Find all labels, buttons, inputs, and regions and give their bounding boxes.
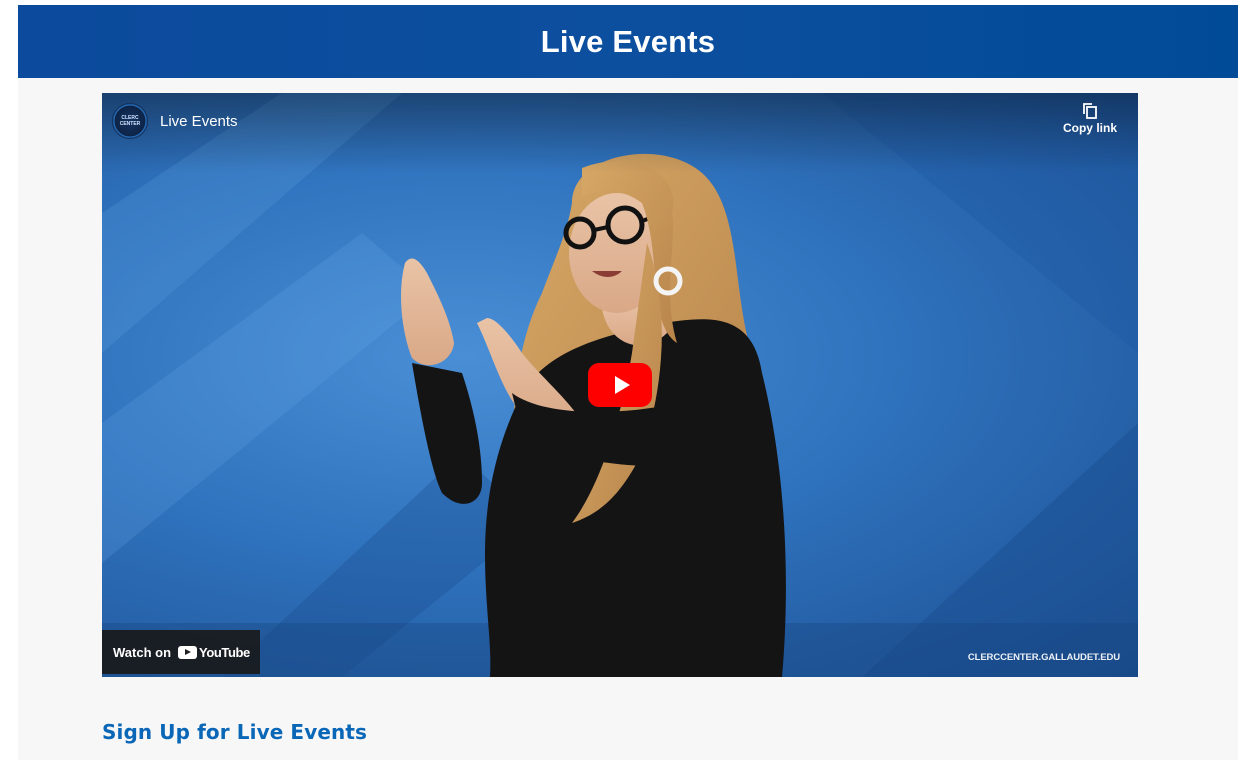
channel-avatar[interactable]: CLERC CENTER bbox=[112, 103, 148, 139]
play-button[interactable] bbox=[588, 363, 652, 407]
video-top-overlay bbox=[102, 93, 1138, 173]
youtube-wordmark: YouTube bbox=[199, 644, 250, 660]
watch-on-youtube-button[interactable]: Watch on YouTube bbox=[102, 630, 260, 674]
play-button-icon bbox=[614, 376, 630, 394]
page-container: Live Events CLERC CENTER Live Events Cop… bbox=[18, 5, 1238, 760]
watch-on-label: Watch on bbox=[113, 644, 172, 660]
youtube-logo-icon: YouTube bbox=[178, 645, 250, 660]
channel-avatar-text: CLERC CENTER bbox=[119, 115, 141, 127]
page-header-banner: Live Events bbox=[18, 5, 1238, 78]
sign-up-live-events-link[interactable]: Sign Up for Live Events bbox=[102, 720, 367, 744]
copy-link-label: Copy link bbox=[1062, 121, 1117, 135]
youtube-video-player[interactable]: CLERC CENTER Live Events Copy link Watch… bbox=[102, 93, 1138, 677]
video-title[interactable]: Live Events bbox=[160, 113, 238, 130]
copy-link-button[interactable]: Copy link bbox=[1060, 103, 1120, 135]
page-title: Live Events bbox=[540, 23, 716, 59]
video-watermark: CLERCCENTER.GALLAUDET.EDU bbox=[967, 652, 1120, 663]
youtube-play-badge-icon bbox=[178, 645, 198, 659]
copy-link-icon bbox=[1083, 103, 1097, 119]
